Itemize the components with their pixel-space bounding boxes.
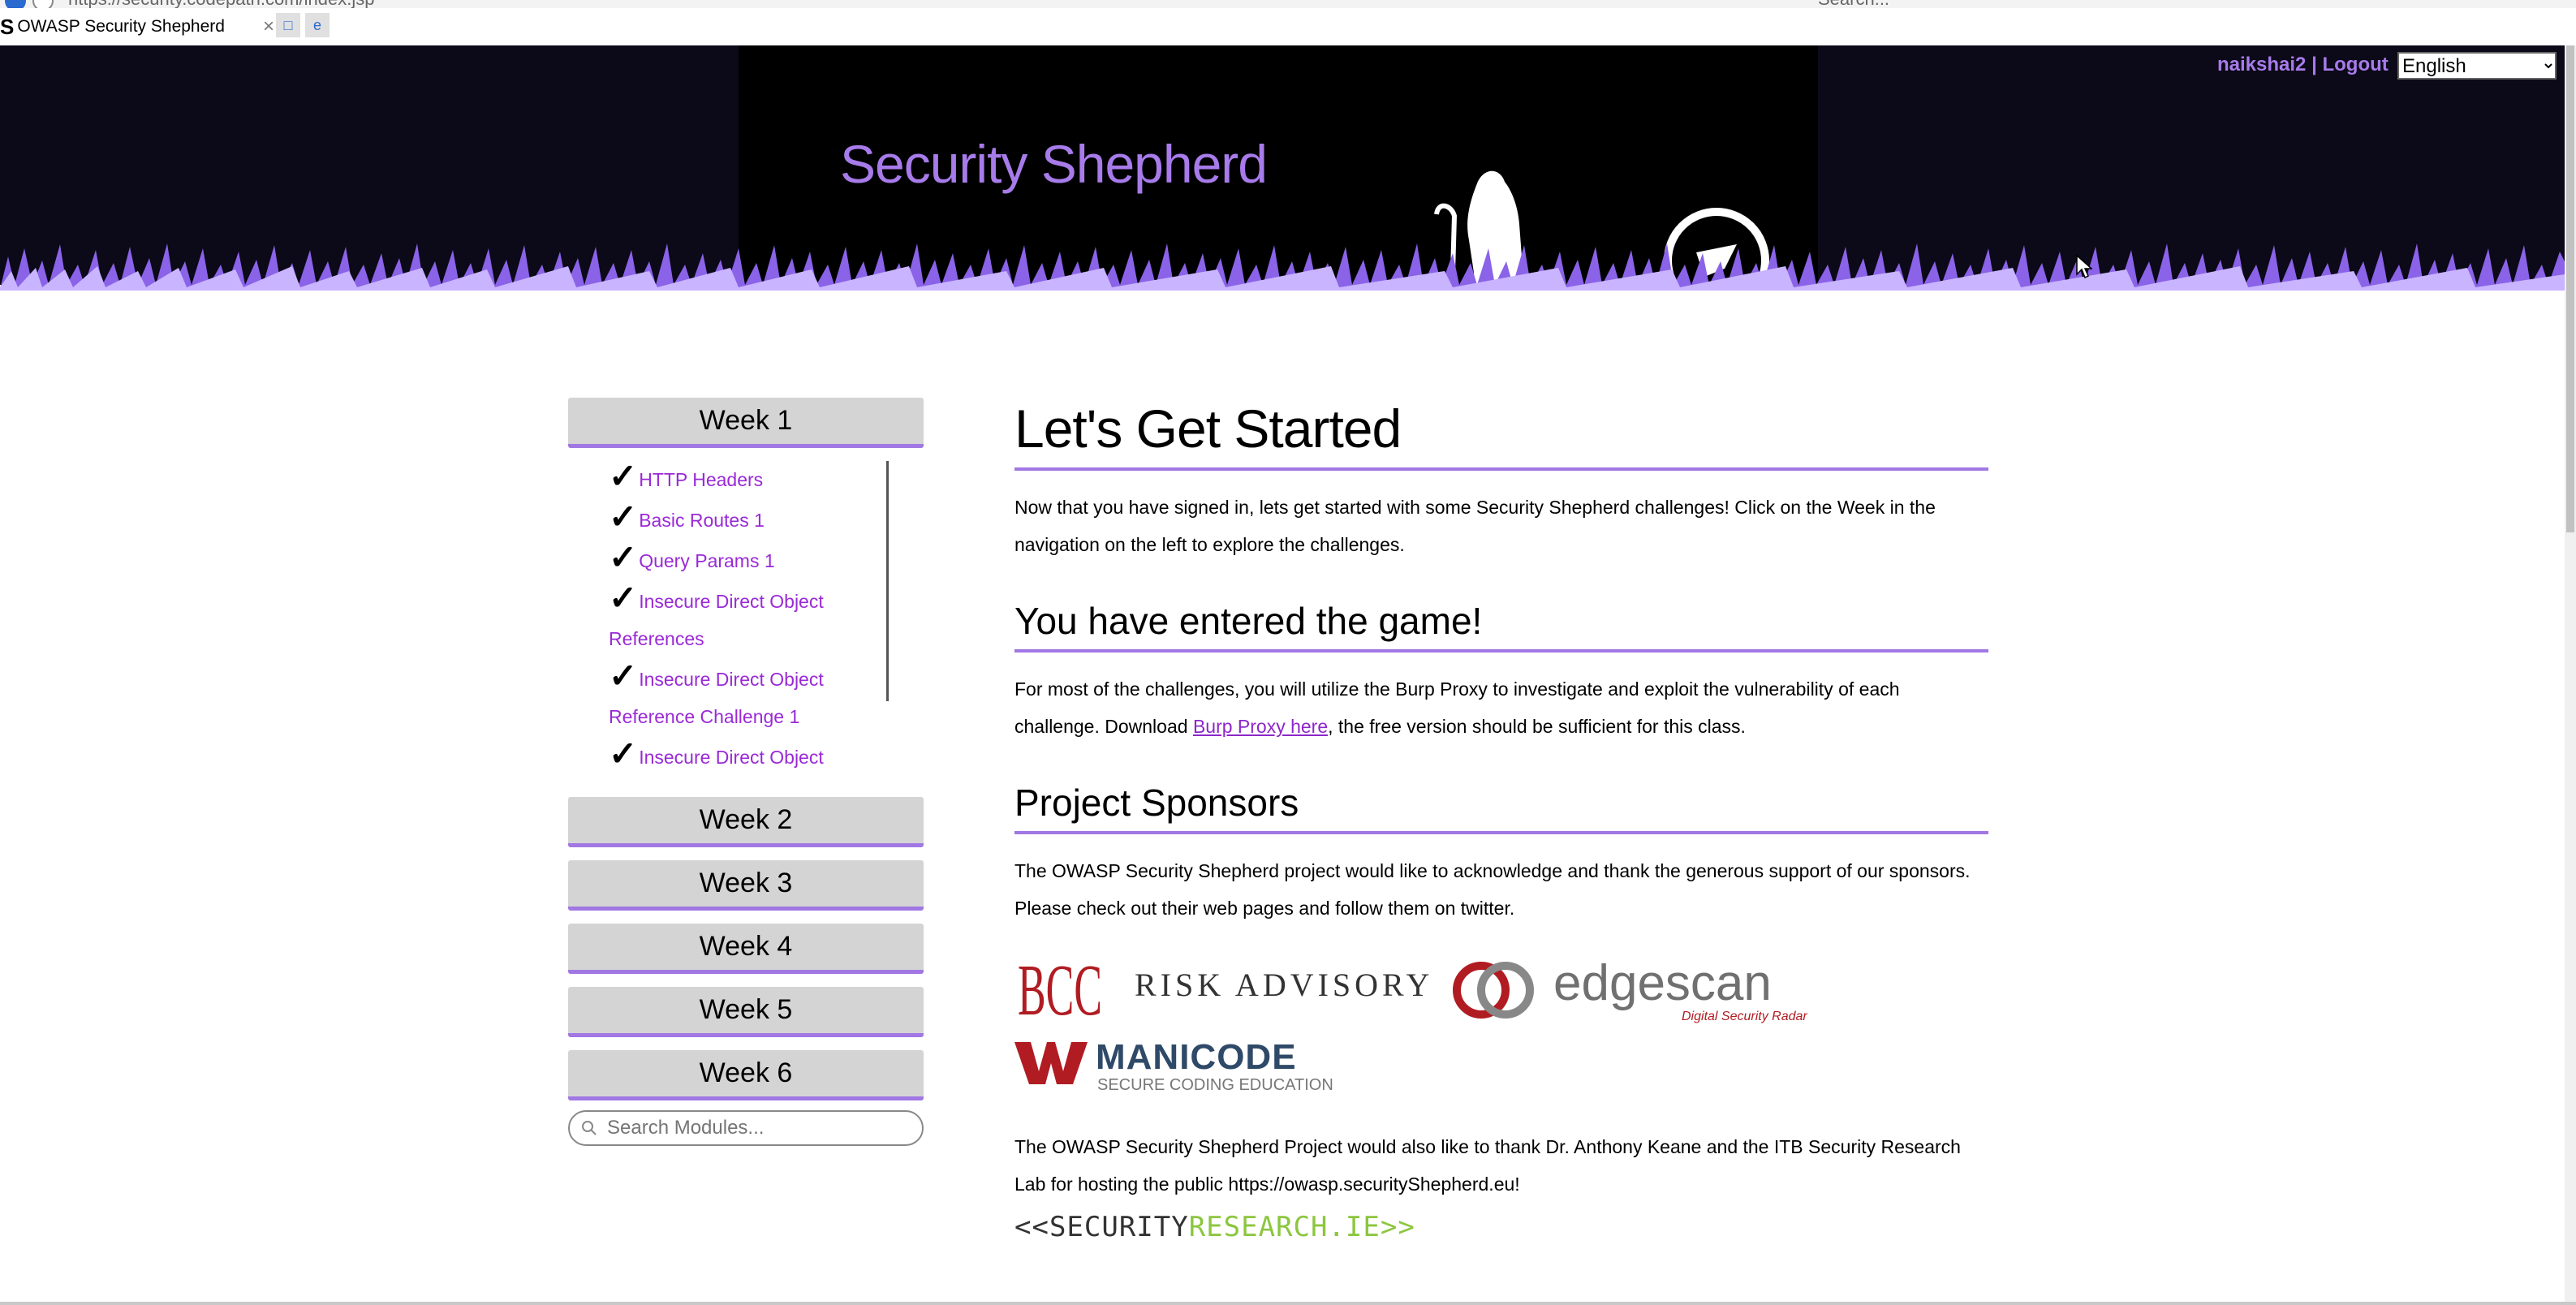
manicode-logo[interactable]: MANICODE (1096, 1037, 1297, 1078)
scrollbar-thumb[interactable] (2566, 45, 2574, 532)
checkmark-icon: ✓ (609, 458, 638, 495)
security-research-part-b: RESEARCH.IE>> (1188, 1211, 1415, 1243)
security-research-logo[interactable]: <<SECURITYRESEARCH.IE>> (1014, 1211, 1988, 1243)
grass-decoration (0, 243, 2576, 321)
manicode-tagline: SECURE CODING EDUCATION (1097, 1076, 1333, 1094)
challenge-sidebar: Week 1 ✓HTTP Headers ✓Basic Routes 1 ✓Qu… (568, 398, 924, 1146)
list-item[interactable]: ✓Query Params 1 (609, 539, 885, 579)
module-list-scrollbar[interactable] (886, 461, 889, 701)
module-link[interactable]: Query Params 1 (639, 550, 774, 571)
search-icon (582, 1121, 597, 1135)
ie-icon[interactable]: e (305, 13, 330, 37)
svg-text:BCC: BCC (1018, 950, 1102, 1027)
list-item[interactable]: ✓Basic Routes 1 (609, 498, 885, 539)
language-select[interactable]: English (2397, 52, 2557, 80)
edgescan-ring-icon (1453, 962, 1534, 1019)
username-link[interactable]: naikshai2 (2217, 54, 2306, 75)
week-2-button[interactable]: Week 2 (568, 797, 924, 847)
section-heading-game: You have entered the game! (1014, 599, 1988, 652)
new-tab-icon[interactable]: □ (276, 13, 300, 37)
burp-proxy-link[interactable]: Burp Proxy here (1193, 716, 1328, 737)
user-links-separator: | (2306, 54, 2323, 75)
header-banner: Security Shepherd naikshai2 | Logout Eng… (0, 45, 2576, 321)
list-item[interactable]: ✓Insecure Direct Object (609, 735, 885, 776)
tab-tools: □ e (276, 13, 330, 37)
tab-close-icon[interactable]: × (263, 15, 274, 38)
week-1-button[interactable]: Week 1 (568, 398, 924, 448)
module-link[interactable]: Basic Routes 1 (639, 510, 765, 531)
module-link[interactable]: Insecure Direct Object References (609, 591, 824, 649)
module-search[interactable] (568, 1110, 924, 1146)
window-bottom-edge (0, 1302, 2576, 1305)
week-6-button[interactable]: Week 6 (568, 1050, 924, 1100)
week-1-module-list: ✓HTTP Headers ✓Basic Routes 1 ✓Query Par… (568, 458, 924, 782)
burp-text: For most of the challenges, you will uti… (1014, 670, 1988, 745)
module-link[interactable]: HTTP Headers (639, 469, 763, 490)
list-item[interactable]: ✓Insecure Direct Object References (609, 579, 885, 657)
mouse-cursor-icon (2076, 255, 2092, 279)
list-item[interactable]: ✓Insecure Direct Object Reference Challe… (609, 657, 885, 735)
checkmark-icon: ✓ (609, 579, 638, 617)
checkmark-icon: ✓ (609, 734, 638, 773)
module-link[interactable]: Insecure Direct Object Reference Challen… (609, 669, 824, 727)
main-content: Let's Get Started Now that you have sign… (1014, 398, 1988, 1243)
browser-tab[interactable]: S OWASP Security Shepherd × (0, 11, 276, 42)
thanks-text: The OWASP Security Shepherd Project woul… (1014, 1136, 1961, 1195)
search-modules-input[interactable] (605, 1116, 909, 1140)
section-heading-sponsors: Project Sponsors (1014, 781, 1988, 834)
burp-text-after: , the free version should be sufficient … (1328, 716, 1746, 737)
page-scrollbar[interactable] (2565, 45, 2576, 1305)
page-title: Let's Get Started (1014, 398, 1988, 471)
bcc-logo[interactable]: BCC (1014, 950, 1105, 1027)
sponsors-text: The OWASP Security Shepherd project woul… (1014, 860, 1971, 919)
favicon-icon: S (0, 14, 15, 39)
intro-text: Now that you have signed in, lets get st… (1014, 497, 1936, 555)
checkmark-icon: ✓ (609, 657, 638, 695)
user-links: naikshai2 | Logout (2217, 54, 2389, 76)
week-5-button[interactable]: Week 5 (568, 987, 924, 1037)
checkmark-icon: ✓ (609, 497, 638, 536)
list-item[interactable]: ✓HTTP Headers (609, 458, 885, 498)
sponsor-logos: BCC RISK ADVISORY edgescan Digital Secur… (1014, 950, 1988, 1128)
module-link[interactable]: Insecure Direct Object (639, 747, 824, 768)
risk-advisory-logo[interactable]: RISK ADVISORY (1135, 966, 1433, 1004)
week-4-button[interactable]: Week 4 (568, 924, 924, 974)
tab-title: OWASP Security Shepherd (17, 17, 225, 36)
edgescan-tagline: Digital Security Radar (1682, 1010, 1807, 1023)
logout-link[interactable]: Logout (2322, 54, 2388, 75)
week-3-button[interactable]: Week 3 (568, 860, 924, 911)
browser-tab-strip: S OWASP Security Shepherd × □ e (0, 8, 2576, 47)
security-research-part-a: <<SECURITY (1014, 1211, 1189, 1243)
site-title: Security Shepherd (840, 134, 1268, 194)
edgescan-logo[interactable]: edgescan (1553, 954, 1772, 1012)
checkmark-icon: ✓ (609, 538, 638, 576)
manicode-w-icon (1014, 1042, 1088, 1084)
